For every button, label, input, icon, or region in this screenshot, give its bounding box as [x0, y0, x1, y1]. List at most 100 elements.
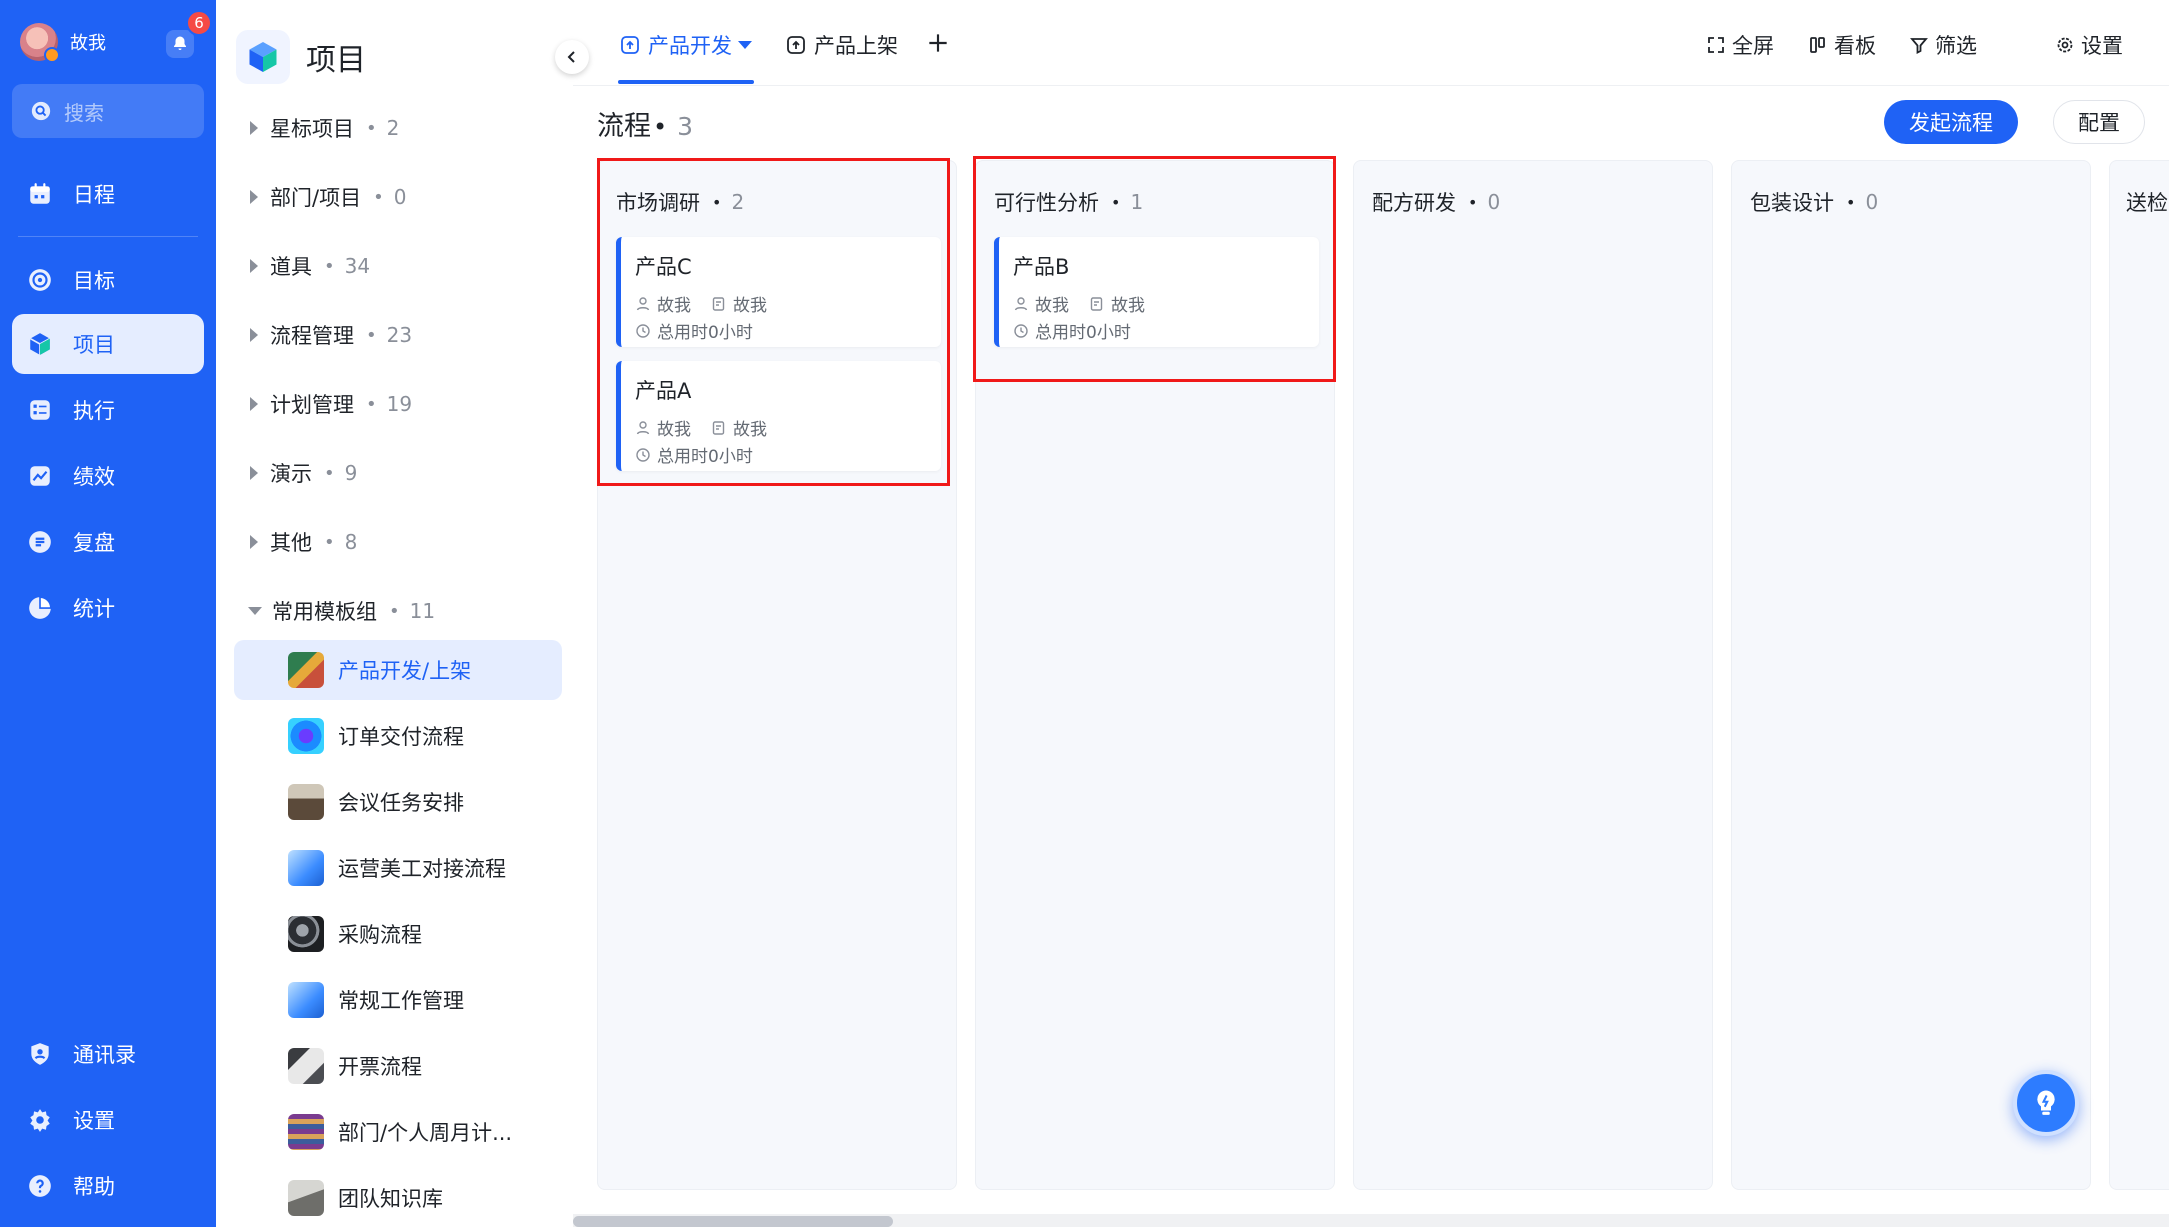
group-demo[interactable]: 演示 • 9 [250, 453, 357, 493]
template-thumbnail [288, 1180, 324, 1216]
nav-contacts-label: 通讯录 [73, 1043, 136, 1067]
contacts-icon [31, 1043, 49, 1065]
flow-card[interactable]: 产品A 故我 故我 总用时0小时 [616, 361, 941, 471]
column-header: 包装设计 • 0 [1750, 187, 1878, 217]
group-count: 2 [386, 116, 400, 140]
avatar[interactable] [20, 23, 60, 63]
group-props[interactable]: 道具 • 34 [250, 246, 370, 286]
top-toolbar: 产品开发 产品上架 全屏 看板 筛选 设置 [573, 0, 2169, 86]
checklist-icon [30, 400, 50, 420]
template-weekly-plan[interactable]: 部门/个人周月计... [234, 1102, 562, 1162]
template-thumbnail [288, 652, 324, 688]
template-thumbnail [288, 784, 324, 820]
nav-goal[interactable]: 目标 [12, 250, 204, 310]
template-knowledge-base[interactable]: 团队知识库 [234, 1168, 562, 1227]
card-owner: 故我 [657, 296, 691, 316]
stage-column: 市场调研 • 2 产品C 故我 故我 总用时0小时 产品A 故我 故我 总用时0… [597, 160, 957, 1190]
user-icon [1014, 296, 1028, 310]
scrollbar-thumb[interactable] [573, 1216, 893, 1227]
nav-contacts[interactable]: 通讯录 [12, 1024, 204, 1084]
column-title: 包装设计 [1750, 191, 1834, 215]
tab-product-dev[interactable]: 产品开发 [620, 28, 752, 62]
nav-settings[interactable]: 设置 [12, 1090, 204, 1150]
nav-review[interactable]: 复盘 [12, 512, 204, 572]
stage-column: 可行性分析 • 1 产品B 故我 故我 总用时0小时 [975, 160, 1335, 1190]
template-order-delivery[interactable]: 订单交付流程 [234, 706, 562, 766]
separator-dot: • [324, 531, 335, 553]
nav-schedule[interactable]: 日程 [12, 164, 204, 224]
fullscreen-button[interactable]: 全屏 [1706, 28, 1774, 62]
group-starred[interactable]: 星标项目 • 2 [250, 108, 399, 148]
template-purchase[interactable]: 采购流程 [234, 904, 562, 964]
clock-icon [636, 323, 650, 338]
add-tab-icon[interactable] [925, 30, 951, 56]
assistant-button[interactable] [2013, 1070, 2079, 1136]
nav-execute[interactable]: 执行 [12, 380, 204, 440]
filter-icon [1910, 38, 1928, 54]
group-count: 0 [393, 185, 407, 209]
flow-card[interactable]: 产品C 故我 故我 总用时0小时 [616, 237, 941, 347]
search-icon [31, 101, 51, 121]
project-cube-icon [236, 30, 290, 84]
group-label: 部门/项目 [270, 186, 362, 210]
separator-dot: • [712, 192, 722, 212]
expand-arrow-icon [250, 259, 258, 273]
user-icon [636, 296, 650, 310]
separator-dot: • [1468, 192, 1478, 212]
filter-button[interactable]: 筛选 [1909, 28, 1977, 62]
start-flow-button[interactable]: 发起流程 [1884, 100, 2018, 144]
clock-icon [636, 447, 650, 462]
column-count: 0 [1487, 190, 1501, 214]
card-creator: 故我 [1111, 296, 1145, 316]
flow-card[interactable]: 产品B 故我 故我 总用时0小时 [994, 237, 1319, 347]
project-panel: 项目 星标项目 • 2 部门/项目 • 0 道具 • 34 流程管理 • 23 计划管理 • 19 … [216, 0, 573, 1227]
collapse-panel-button[interactable] [555, 40, 589, 74]
group-process[interactable]: 流程管理 • 23 [250, 315, 412, 355]
help-icon [29, 1175, 51, 1197]
separator-dot: • [324, 255, 335, 277]
fullscreen-label: 全屏 [1732, 34, 1774, 58]
template-routine-work[interactable]: 常规工作管理 [234, 970, 562, 1030]
nav-help[interactable]: 帮助 [12, 1156, 204, 1216]
search-box[interactable]: 搜索 [12, 84, 204, 138]
lightbulb-icon [2037, 1090, 2055, 1115]
collapse-arrow-icon [248, 607, 262, 615]
expand-arrow-icon [250, 397, 258, 411]
group-plan[interactable]: 计划管理 • 19 [250, 384, 412, 424]
template-meeting[interactable]: 会议任务安排 [234, 772, 562, 832]
performance-icon [30, 466, 50, 486]
stage-column: 送检 [2109, 160, 2169, 1190]
template-label: 产品开发/上架 [338, 659, 472, 683]
group-dept[interactable]: 部门/项目 • 0 [250, 177, 406, 217]
column-count: 2 [731, 190, 745, 214]
template-product-dev[interactable]: 产品开发/上架 [234, 640, 562, 700]
group-count: 11 [409, 599, 436, 623]
user-icon [636, 420, 650, 434]
nav-project[interactable]: 项目 [12, 314, 204, 374]
separator-dot: • [1111, 192, 1121, 212]
chevron-down-icon[interactable] [738, 41, 752, 49]
bell-icon[interactable] [166, 30, 194, 58]
flow-count: 3 [677, 112, 694, 141]
template-thumbnail [288, 1048, 324, 1084]
settings-button[interactable]: 设置 [2055, 28, 2123, 62]
pie-chart-icon [29, 596, 52, 619]
config-button[interactable]: 配置 [2053, 100, 2145, 144]
group-label: 计划管理 [270, 393, 354, 417]
user-name: 故我 [70, 33, 106, 54]
fullscreen-icon [1708, 37, 1724, 53]
filter-label: 筛选 [1935, 34, 1977, 58]
board-label: 看板 [1834, 34, 1876, 58]
board-button[interactable]: 看板 [1808, 28, 1876, 62]
card-time-text: 总用时0小时 [657, 323, 753, 343]
group-other[interactable]: 其他 • 8 [250, 522, 357, 562]
nav-performance[interactable]: 绩效 [12, 446, 204, 506]
column-count: 1 [1130, 190, 1144, 214]
tab-product-launch[interactable]: 产品上架 [786, 28, 898, 62]
group-templates[interactable]: 常用模板组 • 11 [248, 591, 435, 631]
template-ops-design[interactable]: 运营美工对接流程 [234, 838, 562, 898]
edit-doc-icon [712, 296, 725, 311]
nav-stats[interactable]: 统计 [12, 578, 204, 638]
template-invoice[interactable]: 开票流程 [234, 1036, 562, 1096]
group-count: 34 [344, 254, 371, 278]
